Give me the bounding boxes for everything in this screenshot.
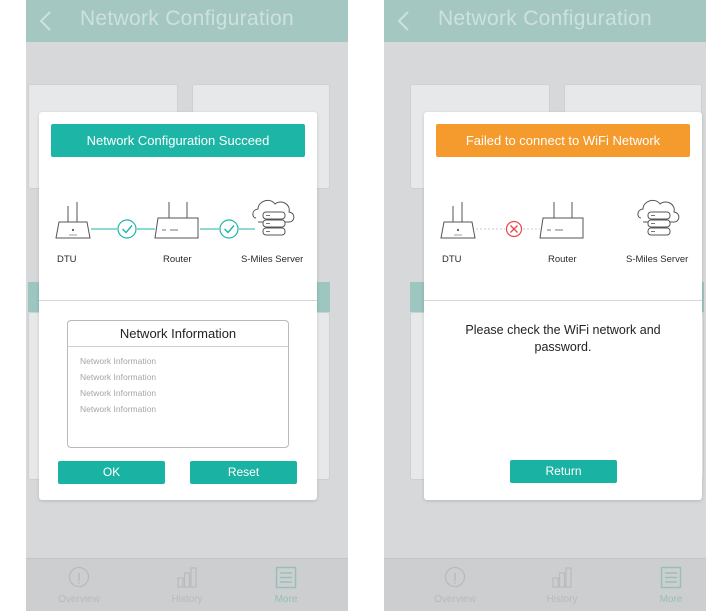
- router-icon: [539, 202, 584, 239]
- tab-history[interactable]: History: [527, 559, 597, 611]
- menu-icon: [275, 566, 297, 589]
- node-label-dtu: DTU: [442, 254, 462, 265]
- page-title: Network Configuration: [437, 7, 653, 30]
- cloud-server-icon: [637, 199, 680, 236]
- router-icon: [154, 202, 199, 239]
- info-icon: [444, 566, 466, 588]
- app-header: Network Configuration: [26, 0, 348, 42]
- network-info-title: Network Information: [68, 321, 288, 347]
- connection-diagram: DTU Router S-Miles Server: [424, 192, 702, 272]
- phone-screen-failure: Network Configuration Overview History M…: [384, 0, 706, 611]
- dtu-device-icon: [55, 202, 91, 239]
- connection-diagram: DTU Router S-Miles Server: [39, 192, 317, 272]
- info-icon: [68, 566, 90, 588]
- check-icon: [117, 219, 137, 239]
- tab-overview[interactable]: Overview: [44, 559, 114, 611]
- check-icon: [219, 219, 239, 239]
- tab-label: History: [171, 594, 203, 605]
- node-label-server: S-Miles Server: [626, 254, 689, 265]
- tab-more[interactable]: More: [636, 559, 706, 611]
- status-banner: Network Configuration Succeed: [51, 124, 305, 157]
- page-title: Network Configuration: [79, 7, 295, 30]
- dtu-device-icon: [440, 202, 476, 239]
- network-info-line: Network Information: [80, 388, 157, 398]
- cloud-server-icon: [252, 199, 295, 236]
- tab-label: Overview: [58, 594, 100, 605]
- bottom-tab-bar: Overview History More: [26, 558, 348, 611]
- tab-label: Overview: [434, 594, 476, 605]
- phone-screen-success: Network Configuration Overview History M…: [26, 0, 348, 611]
- network-info-box[interactable]: Network Information Network Information …: [67, 320, 289, 448]
- success-dialog: Network Configuration Succeed DTU Router…: [39, 112, 317, 500]
- network-info-line: Network Information: [80, 404, 157, 414]
- tab-more[interactable]: More: [251, 559, 321, 611]
- dialog-divider: [424, 300, 702, 301]
- bottom-tab-bar: Overview History More: [384, 558, 706, 611]
- error-x-icon: [505, 220, 523, 238]
- menu-icon: [660, 566, 682, 589]
- tab-label: More: [659, 594, 683, 605]
- network-info-list: Network Information Network Information …: [80, 353, 156, 417]
- network-info-line: Network Information: [80, 356, 157, 366]
- node-label-dtu: DTU: [57, 254, 77, 265]
- node-label-router: Router: [548, 254, 577, 265]
- node-label-router: Router: [163, 254, 192, 265]
- bar-chart-icon: [177, 567, 197, 588]
- dialog-divider: [39, 300, 317, 301]
- network-info-line: Network Information: [80, 372, 157, 382]
- failure-dialog: Failed to connect to WiFi Network DTU Ro…: [424, 112, 702, 500]
- tab-history[interactable]: History: [152, 559, 222, 611]
- bar-chart-icon: [552, 567, 572, 588]
- status-banner: Failed to connect to WiFi Network: [436, 124, 690, 157]
- tab-overview[interactable]: Overview: [420, 559, 490, 611]
- node-label-server: S-Miles Server: [241, 254, 304, 265]
- ok-button[interactable]: OK: [58, 461, 165, 484]
- tab-label: History: [546, 594, 578, 605]
- app-header: Network Configuration: [384, 0, 706, 42]
- tab-label: More: [274, 594, 298, 605]
- return-button[interactable]: Return: [510, 460, 617, 483]
- reset-button[interactable]: Reset: [190, 461, 297, 484]
- error-message: Please check the WiFi network and passwo…: [465, 323, 661, 354]
